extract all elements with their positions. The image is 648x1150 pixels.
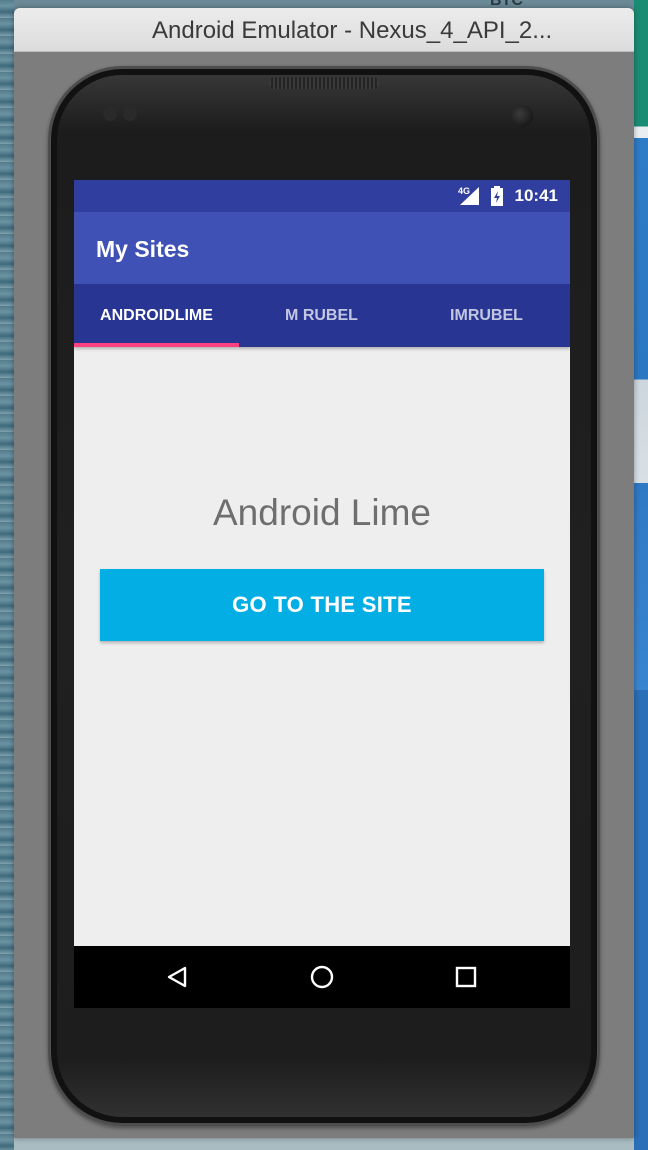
device-screen: 4G 10:41 My Sites ANDROIDLIME M RUBEL IM… xyxy=(74,180,570,1008)
network-type-label: 4G xyxy=(458,186,471,196)
sensor-dot xyxy=(123,107,137,121)
emulator-window: Android Emulator - Nexus_4_API_2... 4G 1… xyxy=(14,8,634,1138)
site-title: Android Lime xyxy=(212,492,431,533)
status-bar: 4G 10:41 xyxy=(74,180,570,212)
navigation-bar xyxy=(74,946,570,1008)
battery-charging-icon xyxy=(491,186,503,206)
window-title: Android Emulator - Nexus_4_API_2... xyxy=(152,17,553,44)
window-titlebar[interactable]: Android Emulator - Nexus_4_API_2... xyxy=(14,8,634,52)
desktop-background-left xyxy=(0,0,14,1150)
home-circle-icon xyxy=(310,965,334,989)
recents-icon[interactable] xyxy=(449,960,483,994)
sensor-dot xyxy=(103,107,117,121)
go-to-site-button[interactable]: GO TO THE SITE xyxy=(100,569,544,641)
app-bar: My Sites xyxy=(74,212,570,284)
front-camera-icon xyxy=(511,105,533,127)
recents-square-icon xyxy=(455,966,477,988)
tab-m-rubel[interactable]: M RUBEL xyxy=(239,284,404,347)
tab-androidlime[interactable]: ANDROIDLIME xyxy=(74,284,239,347)
back-triangle-icon xyxy=(167,966,187,988)
app-title: My Sites xyxy=(96,236,190,262)
tab-selected-indicator xyxy=(74,343,239,347)
status-time: 10:41 xyxy=(514,186,558,205)
tab-imrubel[interactable]: IMRUBEL xyxy=(404,284,569,347)
home-icon[interactable] xyxy=(305,960,339,994)
sensor-dots xyxy=(103,107,139,121)
speaker-grille xyxy=(269,77,379,89)
tab-bar: ANDROIDLIME M RUBEL IMRUBEL xyxy=(74,284,570,347)
desktop-background-right xyxy=(634,0,648,1150)
back-icon[interactable] xyxy=(160,960,194,994)
